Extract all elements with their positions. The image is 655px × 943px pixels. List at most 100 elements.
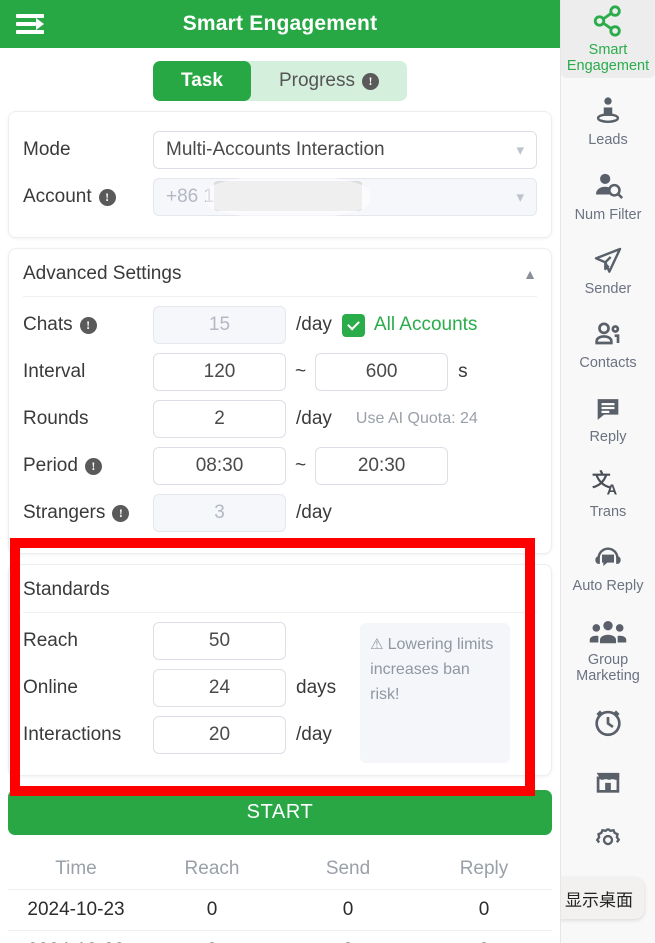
standards-header[interactable]: Standards ▲ (23, 575, 537, 613)
sidebar-item-shop[interactable] (561, 753, 655, 805)
strangers-input[interactable]: 3 (153, 494, 286, 532)
paper-plane-icon (591, 237, 625, 277)
app-root: Smart Engagement Task Progress ! Mode Mu… (0, 0, 655, 943)
account-select[interactable]: +86 1 ▾ (153, 175, 537, 219)
clock-icon (590, 699, 626, 739)
group-people-icon (589, 608, 627, 648)
cell-time: 2024-10-22 (8, 931, 144, 943)
interval-max-input[interactable]: 600 (315, 353, 449, 391)
mode-select[interactable]: Multi-Accounts Interaction ▾ (153, 131, 537, 169)
interval-label: Interval (23, 361, 86, 382)
chats-row: Chats ! 15 /day All Accounts (23, 306, 537, 344)
exclamation-icon: ! (79, 316, 97, 334)
online-label: Online (23, 677, 78, 698)
share-nodes-icon (590, 0, 626, 38)
column-header-send: Send (325, 858, 371, 879)
period-end-input[interactable]: 20:30 (315, 447, 449, 485)
tab-task-label: Task (181, 70, 223, 91)
sidebar-item-trans[interactable]: 文 A Trans (561, 456, 655, 524)
sidebar-item-label: Auto Reply (572, 577, 644, 594)
cell-reach: 0 (144, 931, 280, 943)
sidebar-item-label: Group Marketing (576, 652, 640, 685)
standards-title: Standards (23, 579, 110, 600)
rounds-input[interactable]: 2 (153, 400, 286, 438)
cell-reach: 0 (206, 899, 218, 920)
period-start-input[interactable]: 08:30 (153, 447, 286, 485)
standards-card: Standards ▲ Reach 50 Online 24 days Inte… (8, 564, 552, 776)
ban-risk-warning-text: Lowering limits increases ban risk! (370, 636, 494, 703)
sidebar-item-reply[interactable]: Reply (561, 381, 655, 449)
strangers-label-text: Strangers (23, 502, 106, 523)
interactions-input[interactable]: 20 (153, 716, 286, 754)
sidebar-item-leads[interactable]: Leads (561, 84, 655, 152)
account-row: Account ! +86 1 ▾ (23, 175, 537, 219)
column-header-time: Time (55, 858, 97, 879)
sidebar-item-auto-reply[interactable]: Auto Reply (561, 530, 655, 598)
advanced-settings-card: Advanced Settings ▲ Chats ! 15 /day All … (8, 248, 552, 554)
shop-icon (590, 757, 626, 797)
advanced-settings-header[interactable]: Advanced Settings ▲ (23, 259, 537, 297)
redaction-overlay (206, 175, 370, 219)
sidebar-item-clock[interactable] (561, 695, 655, 747)
range-separator: ~ (295, 455, 307, 476)
table-row[interactable]: 2024-10-22 0 0 0 (8, 930, 552, 943)
period-label: Period ! (23, 455, 153, 477)
strangers-row: Strangers ! 3 /day (23, 494, 537, 532)
sidebar-item-contacts[interactable]: Contacts (561, 307, 655, 375)
sidebar-item-label: Smart Engagement (566, 42, 650, 75)
reach-input[interactable]: 50 (153, 622, 286, 660)
sidebar-item-smart-engagement[interactable]: Smart Engagement (561, 0, 655, 79)
sidebar-item-label: Sender (584, 280, 632, 297)
sidebar-item-group-marketing[interactable]: Group Marketing (561, 604, 655, 688)
tab-progress[interactable]: Progress ! (251, 61, 407, 101)
person-target-icon (590, 88, 626, 128)
person-search-icon (590, 163, 626, 203)
chevron-down-icon: ▾ (516, 189, 524, 206)
table-row[interactable]: 2024-10-23 0 0 0 (8, 889, 552, 930)
stats-table: Time Reach Send Reply 2024-10-23 0 0 0 2… (8, 849, 552, 943)
online-input[interactable]: 24 (153, 669, 286, 707)
sidebar-item-sender[interactable]: Sender (561, 233, 655, 301)
sidebar-item-label: Reply (589, 429, 627, 446)
sidebar-item-num-filter[interactable]: Num Filter (561, 159, 655, 227)
reach-row: Reach 50 (23, 622, 346, 660)
contacts-icon (590, 311, 626, 351)
interval-row: Interval 120 ~ 600 s (23, 353, 537, 391)
interval-min-input[interactable]: 120 (153, 353, 286, 391)
chevron-up-icon: ▲ (523, 266, 537, 282)
gear-icon (590, 815, 626, 855)
exclamation-icon: ! (98, 188, 116, 206)
ai-quota-text: Use AI Quota: 24 (355, 410, 478, 427)
tab-task[interactable]: Task (153, 61, 251, 101)
sidebar-item-settings[interactable] (561, 811, 655, 863)
headset-chat-icon (590, 534, 626, 574)
exclamation-icon: ! (112, 504, 130, 522)
sidebar-item-label: Leads (588, 132, 628, 149)
chats-input[interactable]: 15 (153, 306, 286, 344)
column-header-reach: Reach (184, 858, 240, 879)
mode-label: Mode (23, 139, 71, 160)
strangers-unit: /day (296, 502, 332, 523)
sidebar-item-label: Contacts (579, 355, 637, 372)
translate-icon: 文 A (590, 460, 626, 500)
all-accounts-checkbox[interactable] (341, 313, 365, 337)
start-button[interactable]: START (8, 790, 552, 835)
column-header-reply: Reply (459, 858, 509, 879)
interactions-label: Interactions (23, 724, 122, 745)
main-pane: Smart Engagement Task Progress ! Mode Mu… (0, 0, 560, 943)
menu-fold-icon[interactable] (16, 13, 44, 35)
cell-reply: 0 (478, 899, 490, 920)
rounds-row: Rounds 2 /day Use AI Quota: 24 (23, 400, 537, 438)
rounds-unit: /day (296, 408, 332, 429)
table-header-row: Time Reach Send Reply (8, 849, 552, 889)
account-label-text: Account (23, 186, 92, 207)
rounds-label: Rounds (23, 408, 89, 429)
cell-send: 0 (342, 899, 354, 920)
period-label-text: Period (23, 455, 78, 476)
exclamation-icon: ! (361, 72, 379, 90)
cell-reply: 0 (416, 931, 552, 943)
chat-bubble-icon (591, 385, 625, 425)
account-label: Account ! (23, 186, 153, 208)
ban-risk-warning: ⚠ Lowering limits increases ban risk! (360, 623, 511, 763)
right-sidebar: Smart Engagement Leads Num Filter Sender… (560, 0, 655, 943)
